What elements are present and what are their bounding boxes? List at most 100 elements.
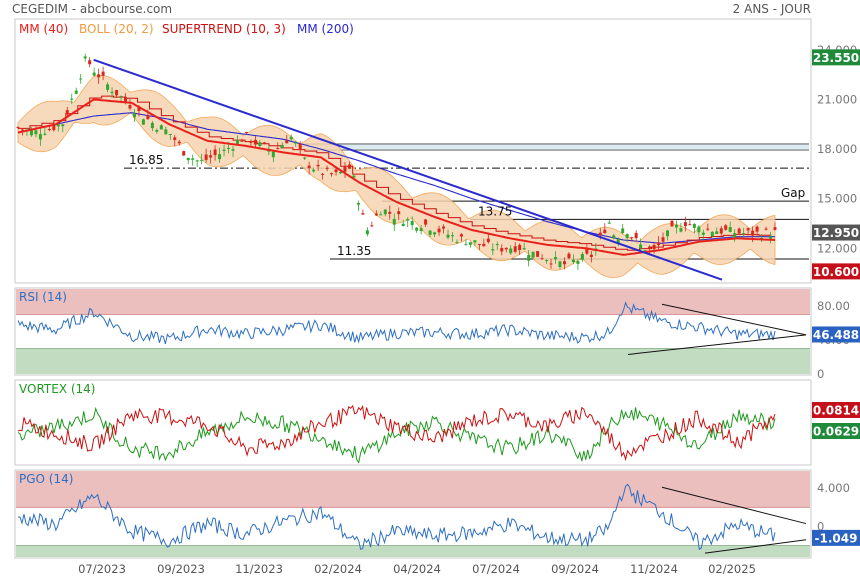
candle-body: [773, 227, 777, 230]
candle-body: [47, 128, 51, 130]
candle-body: [231, 149, 235, 151]
legend-ma200: MM (200): [297, 22, 354, 36]
candle-body: [674, 224, 678, 228]
candle-body: [141, 119, 145, 125]
vortex-badge-value: 0.0629: [813, 425, 859, 439]
candle-body: [670, 220, 674, 227]
candle-body: [88, 60, 92, 65]
level-annotation: Gap: [781, 186, 805, 200]
candle-body: [621, 228, 625, 234]
x-axis-label: 02/2024: [314, 562, 362, 576]
candle-body: [334, 169, 338, 173]
level-annotation: 11.35: [337, 244, 371, 258]
candle-body: [513, 246, 517, 252]
candle-body: [728, 227, 732, 232]
x-axis-label: 07/2023: [78, 562, 126, 576]
candle-body: [235, 139, 239, 144]
gap-band: [300, 144, 809, 150]
candle-body: [110, 91, 114, 94]
period-label[interactable]: 2 ANS - JOUR: [733, 2, 811, 16]
candle-body: [639, 244, 643, 249]
candle-body: [715, 231, 719, 234]
candle-body: [531, 251, 535, 258]
candle-body: [303, 157, 307, 159]
price-badge-value: 12.950: [813, 226, 859, 240]
pgo-badge-value: -1.049: [815, 531, 858, 545]
legend-pgo: PGO (14): [19, 472, 73, 486]
price-badge-value: 23.550: [813, 51, 859, 65]
candle-body: [665, 230, 669, 237]
candle-body: [455, 242, 459, 244]
candle-body: [719, 228, 723, 234]
candle-body: [701, 232, 705, 235]
x-axis-label: 02/2025: [708, 562, 756, 576]
candle-body: [742, 233, 746, 235]
candle-body: [527, 255, 531, 261]
candle-body: [316, 164, 320, 167]
stock-chart: CEGEDIM - abcbourse.com 2 ANS - JOUR 24.…: [0, 0, 860, 580]
candle-body: [567, 253, 571, 259]
candle-body: [155, 130, 159, 132]
candle-body: [159, 125, 163, 130]
candle-body: [307, 165, 311, 169]
candle-body: [365, 230, 369, 235]
candle-body: [589, 254, 593, 258]
pgo-low-zone: [16, 545, 810, 557]
candle-body: [280, 144, 284, 149]
x-axis-label: 09/2023: [157, 562, 205, 576]
candle-body: [603, 229, 607, 234]
candle-body: [271, 151, 275, 158]
legend-ma40: MM (40): [19, 22, 68, 36]
candle-body: [97, 74, 101, 78]
x-axis-label: 09/2024: [551, 562, 599, 576]
vortex-badge-value: 0.0814: [813, 404, 859, 418]
candle-body: [652, 244, 656, 250]
candle-body: [119, 96, 123, 98]
candle-body: [285, 140, 289, 144]
candle-body: [213, 149, 217, 156]
candle-body: [370, 225, 374, 227]
x-axis-label: 04/2024: [393, 562, 441, 576]
candle-body: [276, 148, 280, 150]
candle-body: [648, 246, 652, 249]
candle-body: [374, 213, 378, 216]
candle-body: [356, 202, 360, 205]
candle-body: [383, 209, 387, 215]
candle-body: [697, 226, 701, 233]
candle-body: [706, 228, 710, 230]
candle-body: [580, 253, 584, 260]
candle-body: [540, 258, 544, 260]
candle-body: [218, 154, 222, 160]
candle-body: [65, 110, 69, 115]
candle-body: [661, 237, 665, 242]
legend-rsi: RSI (14): [19, 290, 67, 304]
candle-body: [298, 143, 302, 149]
candle-body: [83, 56, 87, 59]
candle-body: [683, 222, 687, 227]
candle-body: [262, 142, 266, 144]
candle-body: [361, 213, 365, 215]
candle-body: [289, 136, 293, 140]
chart-canvas: CEGEDIM - abcbourse.com 2 ANS - JOUR 24.…: [12, 2, 860, 576]
price-y-tick: 15.000: [817, 192, 857, 206]
legend-supertrend: SUPERTREND (10, 3): [162, 22, 286, 36]
candle-body: [92, 72, 96, 76]
candle-body: [495, 244, 499, 246]
vortex-panel: [14, 379, 812, 466]
candle-body: [38, 134, 42, 140]
candle-body: [43, 133, 47, 135]
candle-body: [294, 142, 298, 144]
candle-body: [410, 220, 414, 226]
candle-body: [343, 166, 347, 172]
candle-body: [437, 228, 441, 233]
rsi-oversold-zone: [16, 348, 810, 374]
candle-body: [253, 139, 257, 145]
candle-body: [576, 261, 580, 264]
candle-body: [244, 132, 248, 134]
candle-body: [464, 244, 468, 246]
candle-body: [558, 261, 562, 268]
rsi-y-tick: 0: [817, 367, 824, 381]
candle-body: [607, 222, 611, 224]
candle-body: [321, 173, 325, 175]
candle-body: [146, 115, 150, 120]
